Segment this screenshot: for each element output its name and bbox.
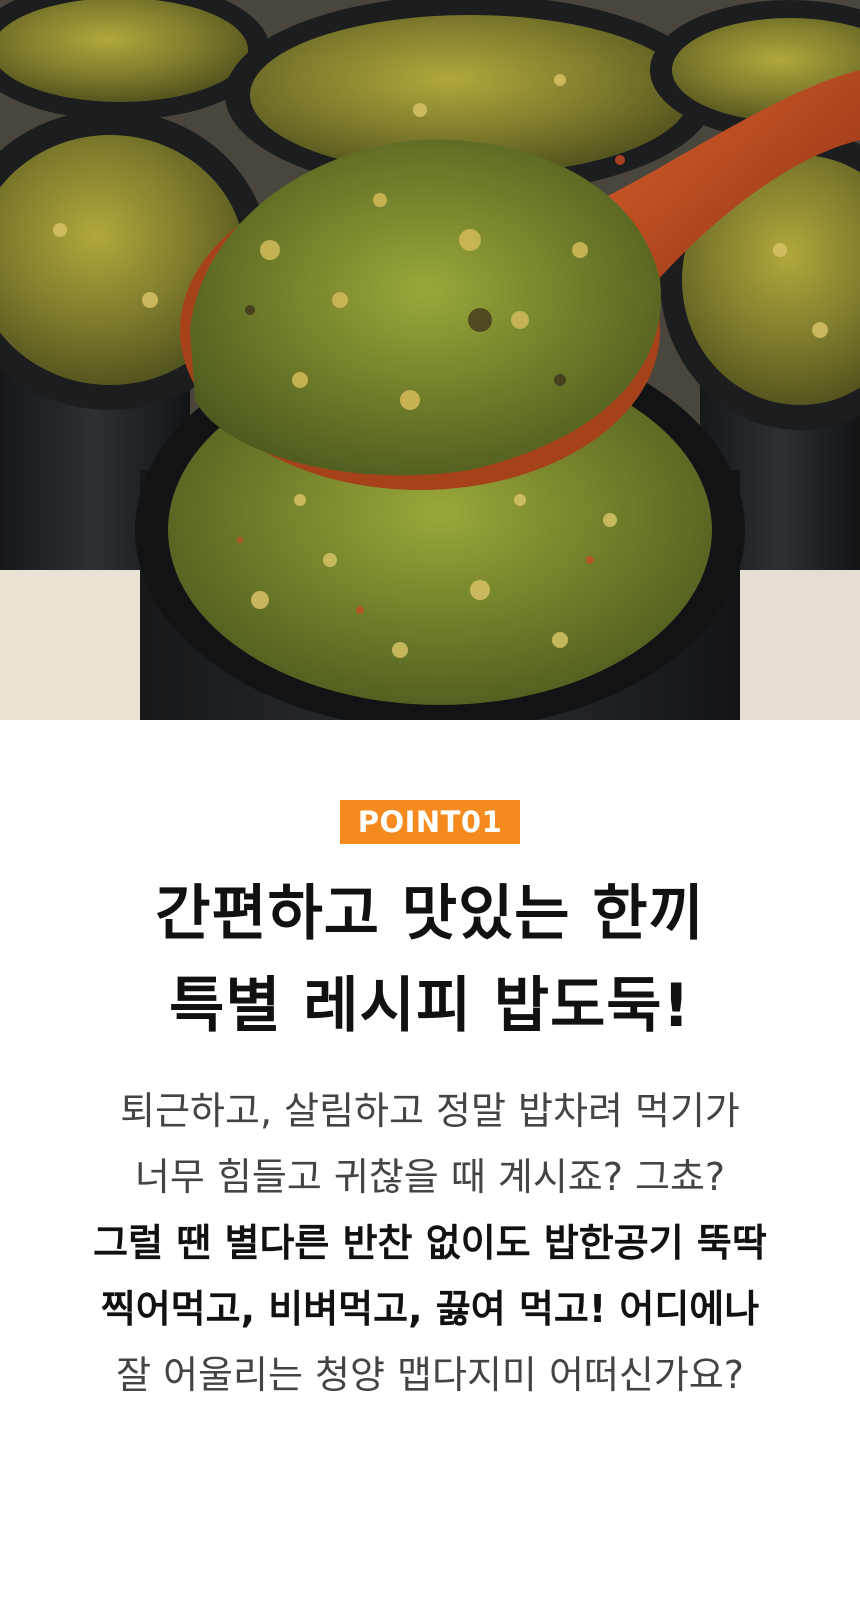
hero-photo-illustration [0,0,860,720]
content-section: POINT01 간편하고 맛있는 한끼 특별 레시피 밥도둑! 퇴근하고, 살림… [0,720,860,1616]
description-line-3: 그럴 땐 별다른 반찬 없이도 밥한공기 뚝딱 [93,1221,767,1265]
point-badge: POINT01 [340,800,520,844]
headline: 간편하고 맛있는 한끼 특별 레시피 밥도둑! [0,868,860,1052]
headline-line-2: 특별 레시피 밥도둑! [169,971,691,1041]
description-line-5: 잘 어울리는 청양 맵다지미 어떠신가요? [116,1353,744,1397]
description-line-2: 너무 힘들고 귀찮을 때 계시죠? 그쵸? [134,1155,726,1199]
description: 퇴근하고, 살림하고 정말 밥차려 먹기가 너무 힘들고 귀찮을 때 계시죠? … [0,1078,860,1408]
hero-image [0,0,860,720]
description-line-4: 찍어먹고, 비벼먹고, 끓여 먹고! 어디에나 [100,1287,760,1331]
description-line-1: 퇴근하고, 살림하고 정말 밥차려 먹기가 [120,1089,740,1133]
headline-line-1: 간편하고 맛있는 한끼 [155,879,705,949]
